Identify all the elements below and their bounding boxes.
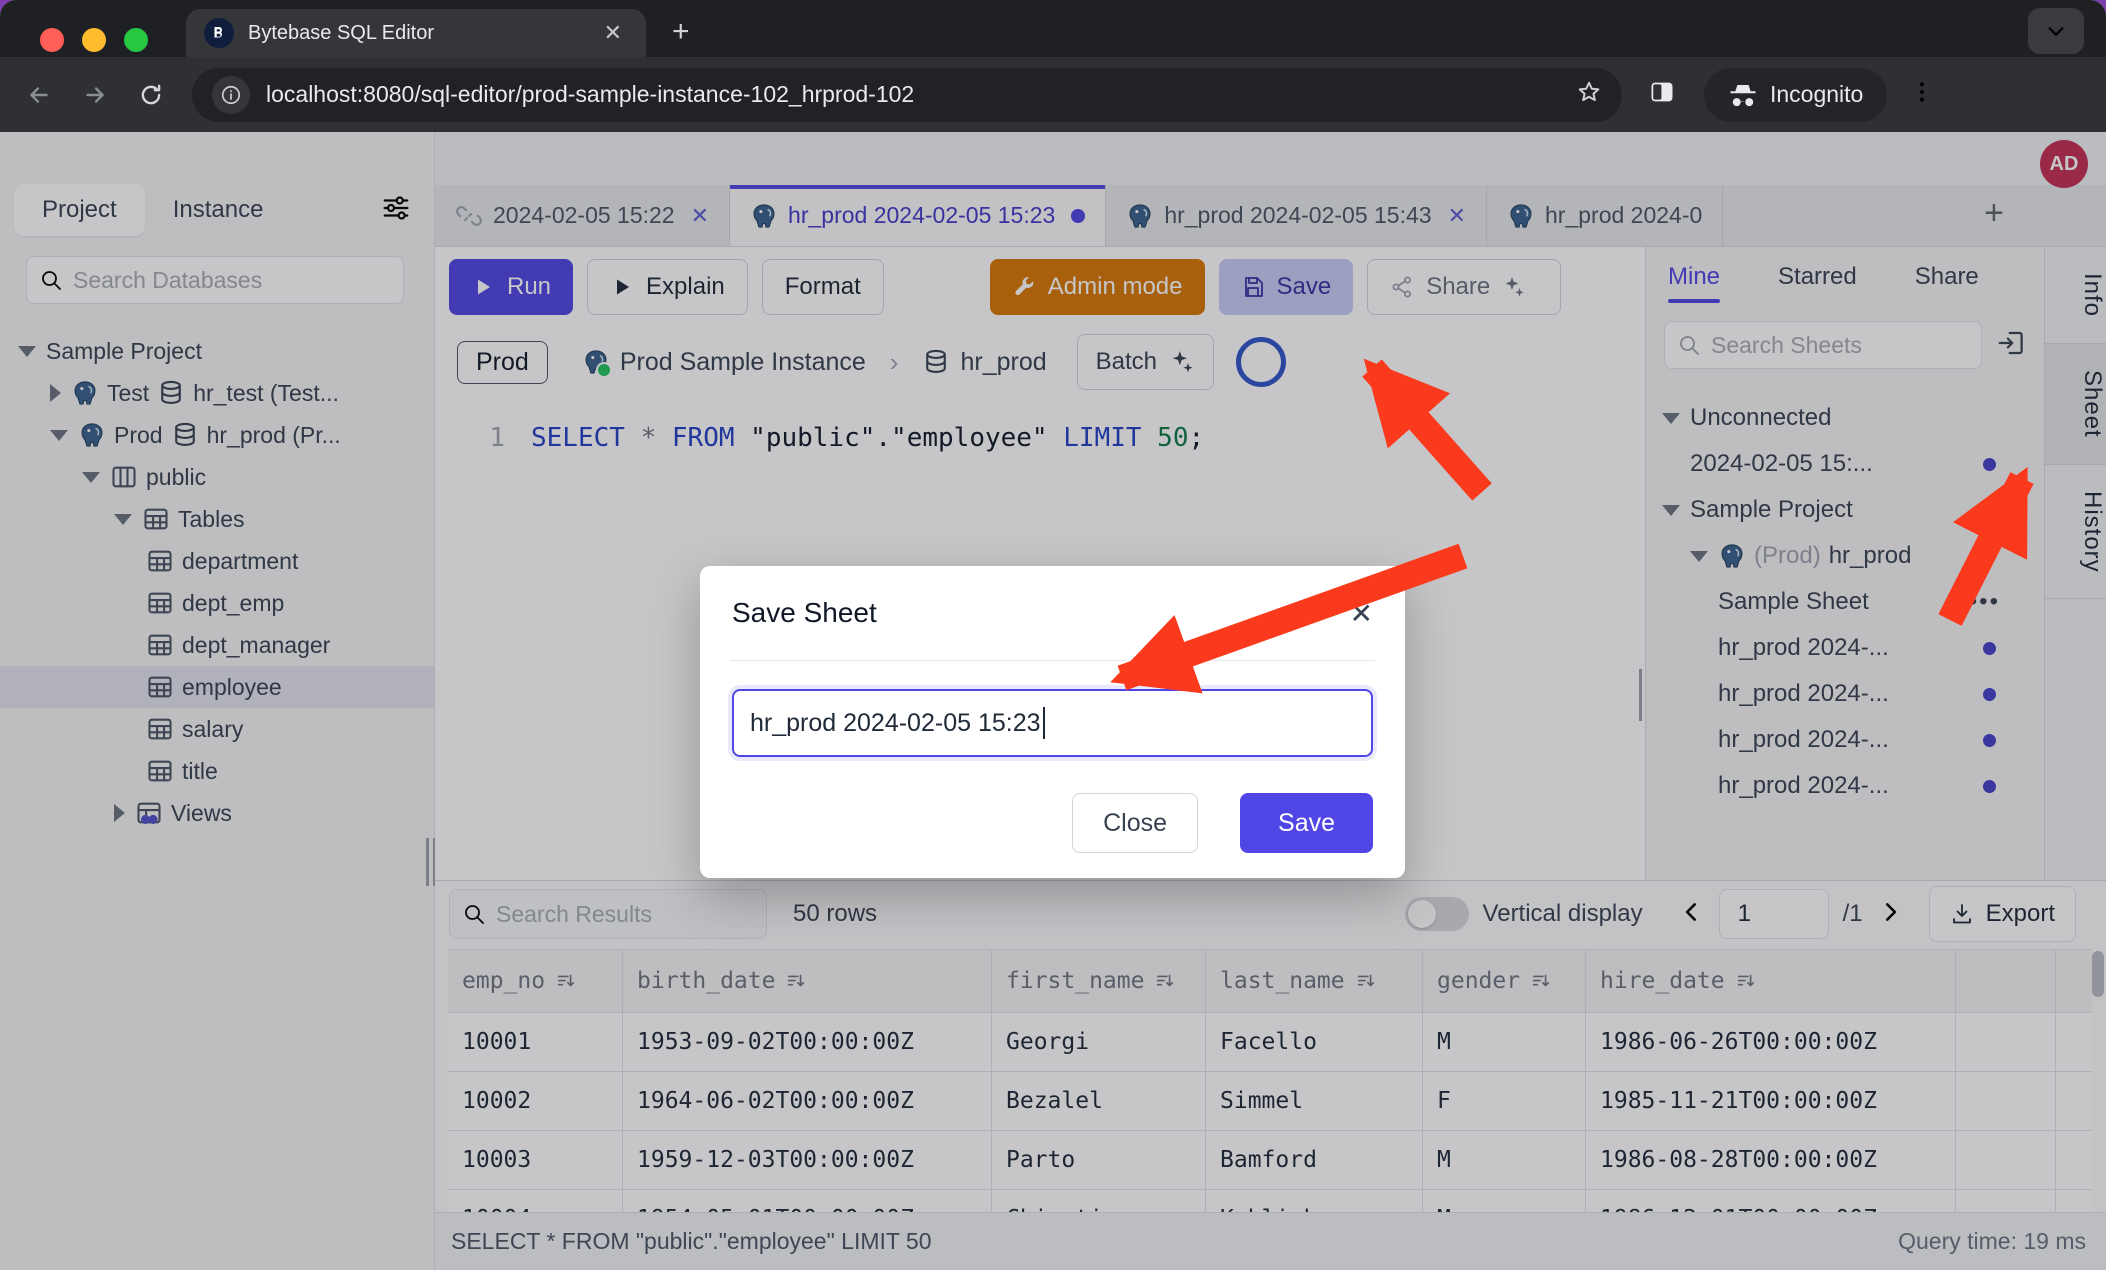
modal-divider: [730, 660, 1375, 661]
screenshot-root: Bytebase SQL Editor ✕ + localhost:8080/s…: [0, 0, 2106, 1270]
browser-window: Bytebase SQL Editor ✕ + localhost:8080/s…: [0, 0, 2106, 1270]
text-caret: [1043, 707, 1045, 739]
modal-save-button[interactable]: Save: [1240, 793, 1373, 853]
window-close-button[interactable]: [40, 28, 64, 52]
new-browser-tab-button[interactable]: +: [672, 14, 690, 50]
bytebase-favicon: [204, 18, 234, 48]
url-text: localhost:8080/sql-editor/prod-sample-in…: [266, 81, 1576, 108]
side-panel-icon[interactable]: [1648, 78, 1676, 111]
browser-tab[interactable]: Bytebase SQL Editor ✕: [186, 9, 646, 57]
browser-tab-title: Bytebase SQL Editor: [248, 22, 598, 45]
incognito-icon: [1728, 80, 1758, 110]
window-minimize-button[interactable]: [82, 28, 106, 52]
sheet-name-input[interactable]: hr_prod 2024-02-05 15:23: [732, 689, 1373, 757]
window-zoom-button[interactable]: [124, 28, 148, 52]
sheet-name-value: hr_prod 2024-02-05 15:23: [750, 709, 1041, 738]
incognito-label: Incognito: [1770, 81, 1863, 108]
bookmark-star-icon[interactable]: [1576, 79, 1602, 110]
modal-close-icon[interactable]: ✕: [1350, 597, 1373, 630]
tab-search-chevron-button[interactable]: [2028, 8, 2084, 54]
back-button[interactable]: [22, 78, 56, 112]
browser-menu-icon[interactable]: [1909, 79, 1935, 110]
address-bar[interactable]: localhost:8080/sql-editor/prod-sample-in…: [192, 68, 1622, 122]
browser-tab-close-icon[interactable]: ✕: [598, 20, 628, 46]
browser-tabstrip: Bytebase SQL Editor ✕ +: [0, 0, 2106, 57]
save-sheet-modal: Save Sheet ✕ hr_prod 2024-02-05 15:23 Cl…: [700, 566, 1405, 878]
modal-title: Save Sheet: [732, 597, 877, 629]
forward-button[interactable]: [78, 78, 112, 112]
browser-navbar: localhost:8080/sql-editor/prod-sample-in…: [0, 57, 2106, 132]
site-info-icon[interactable]: [212, 76, 250, 114]
incognito-badge: Incognito: [1704, 68, 1887, 122]
modal-close-button[interactable]: Close: [1072, 793, 1198, 853]
reload-button[interactable]: [134, 78, 168, 112]
